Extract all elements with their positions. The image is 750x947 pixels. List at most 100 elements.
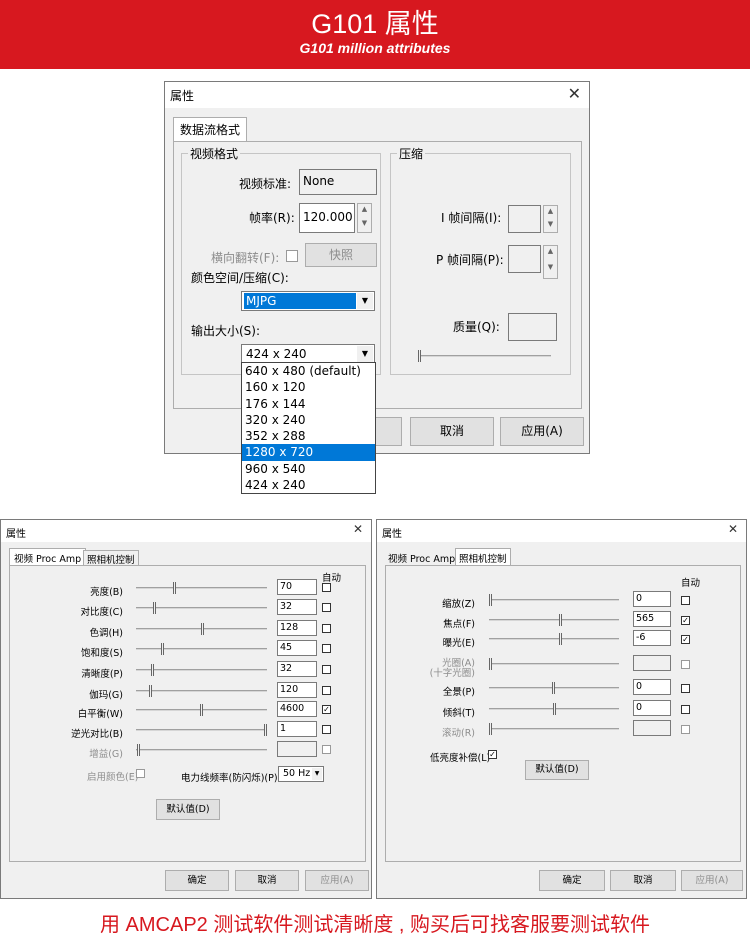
proc-amp-slider-track[interactable]: [136, 648, 267, 650]
proc-amp-auto-checkbox[interactable]: [322, 644, 331, 653]
proc-amp-slider-thumb[interactable]: [137, 744, 140, 756]
cancel-button[interactable]: 取消: [235, 870, 299, 891]
proc-amp-value-field[interactable]: 128: [277, 620, 317, 636]
proc-amp-auto-checkbox[interactable]: [322, 745, 331, 754]
color-space-select[interactable]: MJPG ▼: [241, 291, 375, 311]
proc-amp-slider-thumb[interactable]: [201, 623, 204, 635]
proc-amp-auto-checkbox[interactable]: [322, 603, 331, 612]
camera-slider-track[interactable]: [489, 638, 619, 640]
camera-value-field[interactable]: 0: [633, 700, 671, 716]
camera-auto-checkbox[interactable]: [681, 660, 690, 669]
proc-amp-auto-checkbox[interactable]: [322, 624, 331, 633]
flip-checkbox[interactable]: [286, 250, 298, 262]
output-size-option[interactable]: 640 x 480 (default): [242, 363, 375, 379]
frame-rate-input[interactable]: 120.000: [299, 203, 355, 233]
proc-amp-auto-checkbox[interactable]: [322, 583, 331, 592]
proc-amp-value-field[interactable]: 32: [277, 599, 317, 615]
cancel-button[interactable]: 取消: [410, 417, 494, 446]
default-button[interactable]: 默认值(D): [525, 760, 589, 780]
camera-slider-track[interactable]: [489, 728, 619, 730]
output-size-option[interactable]: 424 x 240: [242, 477, 375, 493]
powerline-select[interactable]: 50 Hz ▼: [278, 766, 324, 782]
camera-slider-thumb[interactable]: [559, 614, 562, 626]
proc-amp-value-field[interactable]: 45: [277, 640, 317, 656]
output-size-option[interactable]: 320 x 240: [242, 412, 375, 428]
tab-camera-control[interactable]: 照相机控制: [83, 550, 139, 566]
cancel-button[interactable]: 取消: [610, 870, 676, 891]
close-icon[interactable]: ✕: [353, 522, 363, 536]
output-size-option[interactable]: 160 x 120: [242, 379, 375, 395]
output-size-option-selected[interactable]: 1280 x 720: [242, 444, 375, 461]
camera-value-field[interactable]: 0: [633, 591, 671, 607]
proc-amp-auto-checkbox[interactable]: [322, 686, 331, 695]
ok-button[interactable]: 确定: [165, 870, 229, 891]
camera-value-field[interactable]: 0: [633, 679, 671, 695]
camera-value-field[interactable]: 565: [633, 611, 671, 627]
proc-amp-value-field[interactable]: 70: [277, 579, 317, 595]
chevron-down-icon[interactable]: ▼: [357, 346, 373, 362]
camera-slider-thumb[interactable]: [489, 658, 492, 670]
camera-auto-checkbox[interactable]: ✓: [681, 635, 690, 644]
camera-auto-checkbox[interactable]: [681, 684, 690, 693]
default-button[interactable]: 默认值(D): [156, 799, 220, 820]
close-icon[interactable]: ✕: [728, 522, 738, 536]
proc-amp-slider-thumb[interactable]: [173, 582, 176, 594]
proc-amp-value-field[interactable]: 4600: [277, 701, 317, 717]
proc-amp-slider-track[interactable]: [136, 690, 267, 692]
iframe-interval-spinner[interactable]: ▲ ▼: [543, 205, 558, 233]
proc-amp-value-field[interactable]: 32: [277, 661, 317, 677]
camera-auto-checkbox[interactable]: ✓: [681, 616, 690, 625]
camera-auto-checkbox[interactable]: [681, 705, 690, 714]
camera-slider-track[interactable]: [489, 599, 619, 601]
camera-slider-thumb[interactable]: [553, 703, 556, 715]
proc-amp-slider-track[interactable]: [136, 669, 267, 671]
proc-amp-slider-thumb[interactable]: [151, 664, 154, 676]
tab-camera-control[interactable]: 照相机控制: [455, 548, 511, 566]
proc-amp-slider-thumb[interactable]: [200, 704, 203, 716]
camera-slider-thumb[interactable]: [489, 594, 492, 606]
proc-amp-slider-track[interactable]: [136, 587, 267, 589]
ok-button[interactable]: 确定: [539, 870, 605, 891]
output-size-option[interactable]: 176 x 144: [242, 396, 375, 412]
output-size-option[interactable]: 960 x 540: [242, 461, 375, 477]
output-size-option[interactable]: 352 x 288: [242, 428, 375, 444]
proc-amp-value-field[interactable]: 120: [277, 682, 317, 698]
low-light-checkbox[interactable]: ✓: [488, 750, 497, 759]
close-icon[interactable]: ✕: [568, 84, 581, 103]
snapshot-button[interactable]: 快照: [305, 243, 377, 267]
quality-slider-track[interactable]: [418, 355, 551, 357]
ok-button-partial[interactable]: [375, 417, 402, 446]
frame-rate-spinner[interactable]: ▲ ▼: [357, 203, 372, 233]
proc-amp-slider-thumb[interactable]: [153, 602, 156, 614]
color-enable-checkbox[interactable]: [136, 769, 145, 778]
camera-auto-checkbox[interactable]: [681, 725, 690, 734]
camera-auto-checkbox[interactable]: [681, 596, 690, 605]
proc-amp-auto-checkbox[interactable]: [322, 725, 331, 734]
tab-video-proc-amp[interactable]: 视频 Proc Amp: [385, 550, 459, 566]
output-size-dropdown-list[interactable]: 640 x 480 (default) 160 x 120 176 x 144 …: [241, 362, 376, 494]
apply-button[interactable]: 应用(A): [305, 870, 369, 891]
proc-amp-slider-thumb[interactable]: [161, 643, 164, 655]
tab-stream-format[interactable]: 数据流格式: [173, 117, 248, 142]
proc-amp-slider-thumb[interactable]: [149, 685, 152, 697]
pframe-interval-spinner[interactable]: ▲ ▼: [543, 245, 558, 279]
camera-slider-thumb[interactable]: [489, 723, 492, 735]
proc-amp-auto-checkbox[interactable]: ✓: [322, 705, 331, 714]
chevron-down-icon[interactable]: ▼: [312, 768, 322, 780]
camera-slider-thumb[interactable]: [552, 682, 555, 694]
output-size-select[interactable]: 424 x 240 ▼: [241, 344, 375, 364]
camera-value-field[interactable]: -6: [633, 630, 671, 646]
camera-slider-track[interactable]: [489, 619, 619, 621]
quality-slider-thumb[interactable]: [418, 350, 421, 362]
chevron-down-icon[interactable]: ▼: [357, 293, 373, 309]
proc-amp-auto-checkbox[interactable]: [322, 665, 331, 674]
apply-button[interactable]: 应用(A): [500, 417, 584, 446]
proc-amp-slider-track[interactable]: [136, 729, 267, 731]
apply-button[interactable]: 应用(A): [681, 870, 743, 891]
proc-amp-slider-thumb[interactable]: [264, 724, 267, 736]
proc-amp-slider-track[interactable]: [136, 749, 267, 751]
tab-video-proc-amp[interactable]: 视频 Proc Amp: [9, 548, 87, 566]
camera-slider-thumb[interactable]: [559, 633, 562, 645]
camera-slider-track[interactable]: [489, 663, 619, 665]
proc-amp-value-field[interactable]: 1: [277, 721, 317, 737]
